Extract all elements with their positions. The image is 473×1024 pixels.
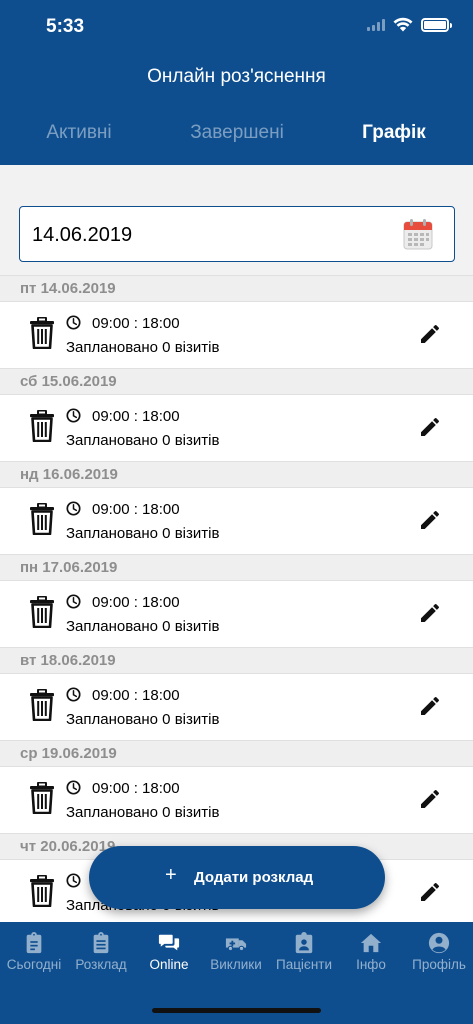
schedule-row: 09:00 : 18:00 Заплановано 0 візитів [0,674,473,740]
pencil-icon[interactable] [418,508,442,532]
date-value: 14.06.2019 [32,224,133,246]
nav-label-info: Інфо [356,957,386,972]
patient-icon [295,932,313,954]
battery-icon [421,17,452,32]
day-header: пн 17.06.2019 [0,554,473,581]
pencil-icon[interactable] [418,694,442,718]
nav-item-online[interactable]: Online [135,932,203,972]
schedule-row: 09:00 : 18:00 Заплановано 0 візитів [0,395,473,461]
clock-icon [66,687,81,702]
clock-icon [66,501,81,516]
clock-icon [66,315,81,330]
trash-icon[interactable] [29,689,55,721]
day-header: ср 19.06.2019 [0,740,473,767]
nav-label-patients: Пацієнти [275,957,332,972]
nav-item-info[interactable]: Інфо [337,932,405,972]
trash-icon[interactable] [29,317,55,349]
row-visits-count: Заплановано 0 візитів [66,618,220,635]
status-bar: 5:33 [0,0,473,52]
row-visits-count: Заплановано 0 візитів [66,339,220,356]
home-indicator [152,1008,321,1013]
row-time-range: 09:00 : 18:00 [92,408,180,425]
header: 5:33 Онлайн роз'яснення Активні Завершен… [0,0,473,165]
ambulance-icon [225,938,247,952]
calendar-icon[interactable] [403,218,433,250]
row-visits-count: Заплановано 0 візитів [66,804,220,821]
row-time-range: 09:00 : 18:00 [92,594,180,611]
clock-icon [66,594,81,609]
nav-label-calls: Виклики [210,957,262,972]
page-title: Онлайн роз'яснення [147,66,326,87]
clipboard-icon [26,932,42,954]
day-header: сб 15.06.2019 [0,368,473,395]
nav-item-patients[interactable]: Пацієнти [270,932,338,972]
row-visits-count: Заплановано 0 візитів [66,711,220,728]
pencil-icon[interactable] [418,415,442,439]
clock-icon [66,780,81,795]
schedule-row: 09:00 : 18:00 Заплановано 0 візитів [0,581,473,647]
add-schedule-label: Додати розклад [194,869,314,886]
nav-item-schedule[interactable]: Розклад [67,932,135,972]
pencil-icon[interactable] [418,880,442,904]
tab-bar: Активні Завершені Графік [0,122,473,150]
trash-icon[interactable] [29,410,55,442]
chat-icon [158,934,180,951]
row-time-range: 09:00 : 18:00 [92,687,180,704]
date-picker-field[interactable]: 14.06.2019 [19,206,455,262]
day-header: нд 16.06.2019 [0,461,473,488]
schedule-row: 09:00 : 18:00 Заплановано 0 візитів [0,488,473,554]
status-icons [367,17,452,32]
clipboard-list-icon [93,932,109,954]
schedule-row: 09:00 : 18:00 Заплановано 0 візитів [0,767,473,833]
bottom-nav: Сьогодні Розклад Online Виклики Пацієнти… [0,922,473,1024]
add-schedule-button[interactable]: + Додати розклад [89,846,385,909]
cellular-signal-icon [367,18,385,31]
clock-icon [66,873,81,888]
pencil-icon[interactable] [418,322,442,346]
trash-icon[interactable] [29,503,55,535]
trash-icon[interactable] [29,875,55,907]
nav-label-profile: Профіль [412,957,466,972]
nav-item-calls[interactable]: Виклики [202,932,270,972]
home-icon [360,933,382,953]
pencil-icon[interactable] [418,601,442,625]
day-header: пт 14.06.2019 [0,275,473,302]
profile-icon [428,932,450,954]
nav-label-schedule: Розклад [75,957,127,972]
trash-icon[interactable] [29,782,55,814]
tab-active[interactable]: Активні [0,122,158,144]
pencil-icon[interactable] [418,787,442,811]
status-time: 5:33 [46,16,85,37]
nav-label-online: Online [149,957,189,972]
row-time-range: 09:00 : 18:00 [92,780,180,797]
nav-item-profile[interactable]: Профіль [405,932,473,972]
row-visits-count: Заплановано 0 візитів [66,525,220,542]
tab-schedule[interactable]: Графік [315,122,473,144]
plus-icon: + [165,864,177,886]
nav-item-today[interactable]: Сьогодні [0,932,68,972]
trash-icon[interactable] [29,596,55,628]
day-header: вт 18.06.2019 [0,647,473,674]
schedule-row: 09:00 : 18:00 Заплановано 0 візитів [0,302,473,368]
row-time-range: 09:00 : 18:00 [92,501,180,518]
row-visits-count: Заплановано 0 візитів [66,432,220,449]
schedule-list[interactable]: пт 14.06.2019 09:00 : 18:00 Заплановано … [0,275,473,922]
nav-label-today: Сьогодні [6,957,62,972]
clock-icon [66,408,81,423]
tab-completed[interactable]: Завершені [158,122,316,144]
wifi-icon [393,17,413,32]
row-time-range: 09:00 : 18:00 [92,315,180,332]
